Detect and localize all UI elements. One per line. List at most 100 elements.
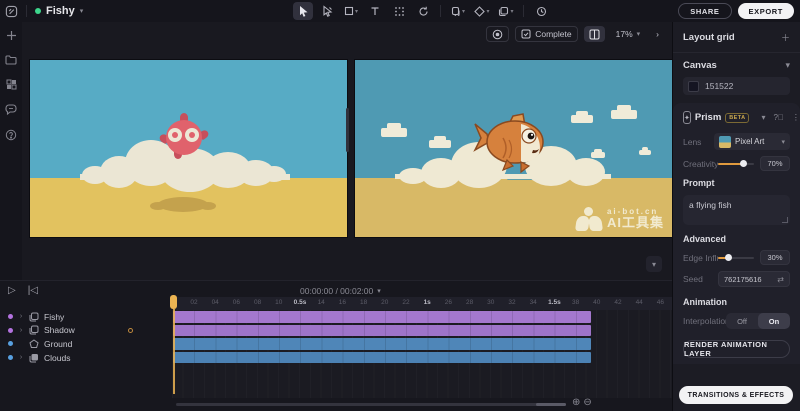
expand-chevron-icon[interactable]: › (18, 327, 24, 334)
timeline-clip-bar[interactable] (173, 311, 591, 323)
header-divider (26, 5, 27, 17)
shuffle-icon[interactable]: ⇄ (777, 275, 784, 284)
skip-start-button[interactable]: |◁ (28, 285, 38, 296)
timeline-clip-bar[interactable] (173, 325, 591, 337)
lens-thumbnail (719, 136, 731, 148)
export-button[interactable]: EXPORT (738, 3, 794, 19)
chevron-down-icon: ▾ (637, 30, 641, 38)
complete-mode-button[interactable]: Complete (515, 26, 577, 42)
header-actions: SHARE EXPORT (678, 0, 794, 22)
frames-icon[interactable] (6, 79, 17, 90)
lens-row: Lens Pixel Art ▾ (673, 130, 800, 153)
play-button[interactable]: ▷ (8, 285, 16, 296)
canvas-workspace[interactable]: Complete 17% ▾ › (22, 22, 672, 280)
timeline-clip-bar[interactable] (173, 338, 591, 350)
lens-dropdown[interactable]: Pixel Art ▾ (714, 133, 790, 150)
expand-chevron-icon[interactable]: › (18, 313, 24, 320)
render-animation-layer-button[interactable]: RENDER ANIMATION LAYER (683, 340, 790, 358)
share-button[interactable]: SHARE (678, 3, 731, 19)
text-tool[interactable] (365, 2, 385, 20)
help-icon[interactable]: ?⃝ (773, 113, 783, 122)
select-tool[interactable] (293, 2, 313, 20)
timeline-clip-bar[interactable] (173, 352, 591, 364)
prompt-textarea[interactable]: a flying fish (683, 195, 790, 225)
edge-influence-row: Edge Influe... 30% (673, 247, 800, 268)
rectangle-tool[interactable]: ▾ (341, 2, 361, 20)
keyframe-indicator[interactable] (128, 328, 133, 333)
creativity-value[interactable]: 70% (760, 156, 790, 171)
zoom-in-icon[interactable]: ⊕ (572, 397, 580, 408)
creativity-slider[interactable] (718, 163, 754, 165)
track-row[interactable]: Ground (0, 337, 172, 351)
canvas-color-input[interactable]: 151522 (683, 77, 790, 95)
playhead-handle[interactable] (170, 295, 177, 309)
chevron-down-icon: ▾ (377, 287, 381, 295)
ruler-tick: 42 (608, 299, 628, 306)
timeline-scrollbar[interactable] (176, 403, 566, 406)
prism-title: Prism (695, 112, 721, 123)
color-swatch[interactable] (688, 81, 699, 92)
layout-grid-row[interactable]: Layout grid ＋ (673, 22, 800, 52)
canvas-scrollbar[interactable] (346, 108, 349, 152)
toolbar-divider (440, 5, 441, 17)
timeline-lane[interactable] (172, 310, 672, 398)
app-logo-icon[interactable] (0, 5, 22, 18)
collapse-panel-button[interactable]: ▾ (646, 256, 662, 272)
track-row[interactable]: ›Fishy (0, 310, 172, 324)
ruler-tick: 30 (481, 299, 501, 306)
help-icon[interactable] (5, 129, 17, 141)
zoom-dropdown[interactable]: 17% ▾ (611, 26, 646, 42)
cloud (429, 140, 451, 148)
interpolation-on-option[interactable]: On (758, 313, 790, 329)
rotate-tool[interactable] (413, 2, 433, 20)
interpolation-off-option[interactable]: Off (726, 313, 758, 329)
chevron-down-icon: ▾ (80, 7, 84, 15)
edge-influence-value[interactable]: 30% (760, 250, 790, 265)
watermark-cn: AI工具集 (607, 216, 664, 230)
ruler-tick: 18 (354, 299, 374, 306)
direct-select-tool[interactable] (317, 2, 337, 20)
canvas-section-header[interactable]: Canvas ▾ (683, 60, 790, 71)
time-display-value: 00:00:00 / 00:02:00 (300, 286, 373, 296)
prism-header[interactable]: ✦ Prism BETA ▾ ?⃝ ⋮ (673, 103, 800, 130)
panel-next-button[interactable]: › (651, 26, 664, 42)
seed-input[interactable]: 762175616 ⇄ (718, 271, 790, 287)
render-canvas-frame[interactable]: ai-bot.cn AI工具集 (355, 60, 672, 237)
prompt-label: Prompt (673, 174, 800, 191)
ruler-tick: 14 (311, 299, 331, 306)
ruler-tick: 16 (332, 299, 352, 306)
kebab-menu-icon[interactable]: ⋮ (792, 113, 800, 122)
timeline-ruler[interactable]: 02040608100.5s14161820221s26283032341.5s… (172, 297, 672, 310)
project-status-dot (35, 8, 41, 14)
snapshot-button[interactable] (486, 26, 509, 42)
track-row[interactable]: ›Clouds (0, 351, 172, 365)
transport-controls: ▷ |◁ (8, 285, 38, 296)
transform-tool[interactable] (389, 2, 409, 20)
frame-tool[interactable]: ▾ (448, 2, 468, 20)
time-display-dropdown[interactable]: 00:00:00 / 00:02:00 ▾ (300, 286, 381, 296)
zoom-out-icon[interactable]: ⊖ (583, 397, 591, 408)
track-color-dot (8, 328, 13, 333)
folder-icon[interactable] (5, 55, 17, 65)
chevron-down-icon: ▾ (355, 8, 358, 15)
add-icon[interactable]: ＋ (781, 31, 790, 44)
split-view-button[interactable] (584, 26, 605, 42)
history-tool[interactable] (531, 2, 551, 20)
transitions-effects-button[interactable]: TRANSITIONS & EFFECTS (679, 386, 793, 404)
chevron-down-icon[interactable]: ▾ (761, 113, 765, 122)
source-canvas-frame[interactable] (30, 60, 347, 237)
edge-influence-slider[interactable] (718, 257, 754, 259)
app-window: Fishy ▾ ▾ ▾ ▾ ▾ SHARE EXPORT (0, 0, 800, 411)
ruler-tick: 34 (523, 299, 543, 306)
ai-bot-logo-icon (576, 207, 602, 231)
comment-icon[interactable] (5, 104, 17, 115)
project-menu[interactable]: Fishy ▾ (31, 5, 87, 17)
timeline-scroll-handle[interactable] (536, 403, 566, 406)
add-icon[interactable] (6, 30, 17, 41)
track-row[interactable]: ›Shadow (0, 324, 172, 338)
diamond-tool[interactable]: ▾ (472, 2, 492, 20)
layers-tool[interactable]: ▾ (496, 2, 516, 20)
frames-icon (29, 325, 39, 335)
chevron-down-icon: ▾ (785, 60, 790, 71)
expand-chevron-icon[interactable]: › (18, 354, 24, 361)
